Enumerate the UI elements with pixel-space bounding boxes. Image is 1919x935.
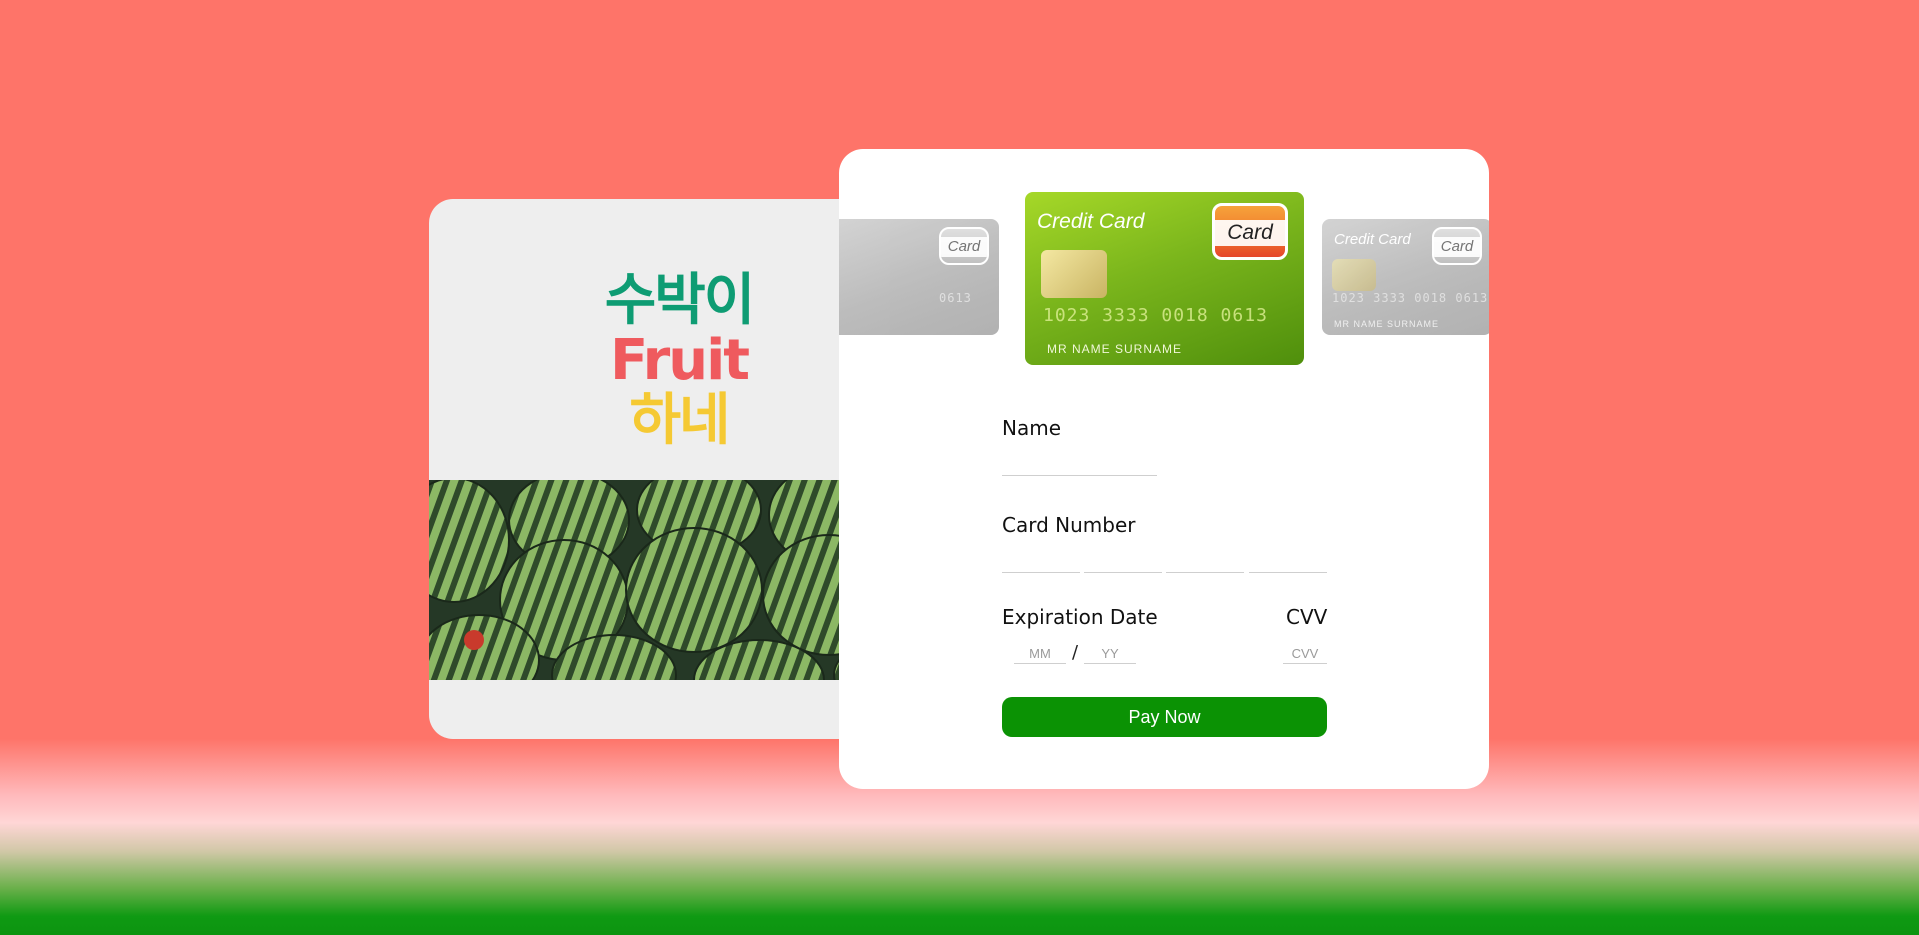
card-number-display: 0613 [939,291,972,305]
cvv-label: CVV [1286,605,1328,629]
card-number-display: 1023 3333 0018 0613 [1332,291,1489,305]
name-label: Name [1002,416,1062,440]
name-input[interactable] [1002,449,1157,476]
card-number-display: 1023 3333 0018 0613 [1043,305,1268,326]
card-holder-display: MR NAME SURNAME [1334,319,1440,329]
payment-panel: Card 0613 Credit Card Card 1023 3333 001… [839,149,1489,789]
card-title: Credit Card [1334,231,1411,248]
card-number-input-3[interactable] [1166,546,1244,573]
card-number-input-4[interactable] [1249,546,1327,573]
credit-card-previous[interactable]: Card 0613 [839,219,999,335]
card-brand-logo: Card [1432,227,1482,265]
credit-card-next[interactable]: Credit Card Card 1023 3333 0018 0613 MR … [1322,219,1489,335]
chip-icon [1041,250,1107,298]
chip-icon [1332,259,1376,291]
expiry-year-input[interactable] [1084,643,1136,664]
expiration-date-label: Expiration Date [1002,605,1158,629]
credit-card-selected[interactable]: Credit Card Card 1023 3333 0018 0613 MR … [1025,192,1304,365]
pay-now-button[interactable]: Pay Now [1002,697,1327,737]
expiry-separator: / [1072,642,1079,663]
expiry-month-input[interactable] [1014,643,1066,664]
card-holder-display: MR NAME SURNAME [1047,342,1183,356]
card-number-label: Card Number [1002,513,1136,537]
card-title: Credit Card [1037,210,1145,233]
cvv-input[interactable] [1283,643,1327,664]
card-number-input-1[interactable] [1002,546,1080,573]
card-brand-logo: Card [939,227,989,265]
card-brand-logo: Card [1212,203,1288,260]
card-number-input-2[interactable] [1084,546,1162,573]
